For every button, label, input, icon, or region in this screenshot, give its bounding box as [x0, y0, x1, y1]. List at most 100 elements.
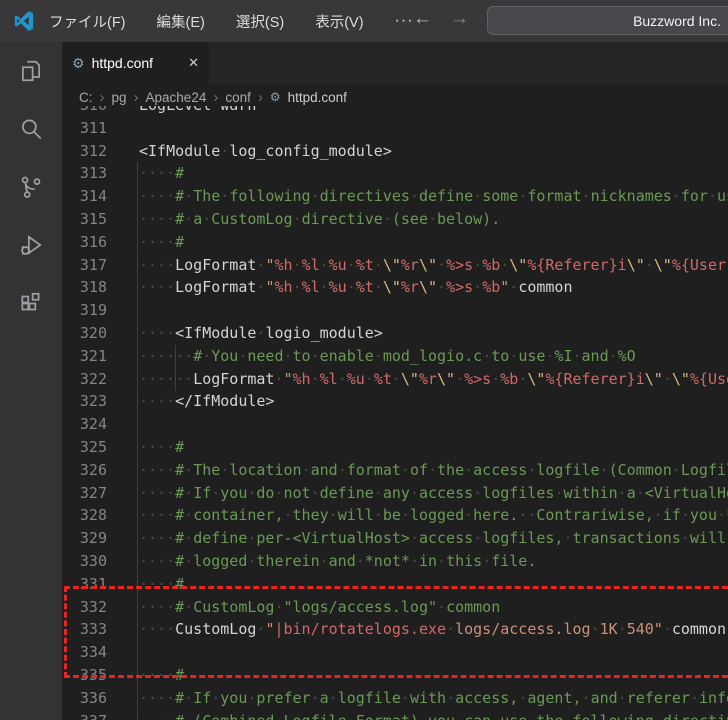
code-line[interactable]: 328····#·container,·they·will·be·logged·…	[62, 504, 728, 527]
code-line[interactable]: 329····#·define·per-<VirtualHost>·access…	[62, 527, 728, 550]
chevron-right-icon: ›	[213, 89, 218, 106]
breadcrumb-pg[interactable]: pg	[112, 90, 127, 105]
tab-title: httpd.conf	[92, 55, 154, 71]
activity-bar	[0, 42, 62, 720]
code-text	[107, 641, 139, 664]
code-text	[107, 117, 139, 140]
run-debug-icon[interactable]	[0, 216, 62, 274]
breadcrumb-conf[interactable]: conf	[225, 90, 251, 105]
code-line[interactable]: 321······#·You·need·to·enable·mod_logio.…	[62, 345, 728, 368]
code-line[interactable]: 325····#	[62, 436, 728, 459]
menu-bar: ファイル(F) 編集(E) 選択(S) 表示(V) ···	[49, 0, 414, 42]
code-line[interactable]: 314····#·The·following·directives·define…	[62, 185, 728, 208]
code-text: ····LogFormat·"%h·%l·%u·%t·\"%r\"·%>s·%b…	[107, 276, 573, 299]
line-number[interactable]: 325	[62, 436, 107, 459]
code-line[interactable]: 310LogLevel·warn	[62, 106, 728, 117]
line-number[interactable]: 321	[62, 345, 107, 368]
breadcrumb-file[interactable]: httpd.conf	[288, 90, 347, 105]
code-line[interactable]: 315····#·a·CustomLog·directive·(see·belo…	[62, 208, 728, 231]
code-line[interactable]: 326····#·The·location·and·format·of·the·…	[62, 459, 728, 482]
line-number[interactable]: 327	[62, 482, 107, 505]
menu-edit[interactable]: 編集(E)	[157, 11, 205, 32]
tab-bar: ⚙ httpd.conf ✕	[62, 42, 728, 84]
code-line[interactable]: 334	[62, 641, 728, 664]
line-number[interactable]: 319	[62, 299, 107, 322]
menu-more-icon[interactable]: ···	[395, 12, 414, 30]
code-text: ····LogFormat·"%h·%l·%u·%t·\"%r\"·%>s·%b…	[107, 254, 728, 277]
line-number[interactable]: 311	[62, 117, 107, 140]
line-number[interactable]: 336	[62, 687, 107, 710]
line-number[interactable]: 331	[62, 573, 107, 596]
line-number[interactable]: 314	[62, 185, 107, 208]
code-line[interactable]: 323····</IfModule>	[62, 390, 728, 413]
forward-arrow-icon[interactable]: →	[450, 8, 469, 30]
code-line[interactable]: 313····#	[62, 162, 728, 185]
line-number[interactable]: 323	[62, 390, 107, 413]
explorer-icon[interactable]	[0, 42, 62, 100]
line-number[interactable]: 324	[62, 413, 107, 436]
line-number[interactable]: 330	[62, 550, 107, 573]
tab-close-icon[interactable]: ✕	[188, 55, 199, 71]
tab-httpd-conf[interactable]: ⚙ httpd.conf ✕	[62, 42, 209, 84]
line-number[interactable]: 329	[62, 527, 107, 550]
menu-view[interactable]: 表示(V)	[315, 11, 363, 32]
line-number[interactable]: 332	[62, 596, 107, 619]
code-line[interactable]: 316····#	[62, 231, 728, 254]
code-text: ····#·CustomLog·"logs/access.log"·common	[107, 596, 500, 619]
code-text: ····#	[107, 436, 184, 459]
line-number[interactable]: 315	[62, 208, 107, 231]
code-line[interactable]: 319	[62, 299, 728, 322]
code-editor[interactable]: 310LogLevel·warn311312<IfModule·log_conf…	[62, 106, 728, 720]
code-line[interactable]: 335····#	[62, 664, 728, 687]
command-center-search[interactable]: Buzzword Inc.	[487, 6, 728, 35]
line-number[interactable]: 335	[62, 664, 107, 687]
code-line[interactable]: 317····LogFormat·"%h·%l·%u·%t·\"%r\"·%>s…	[62, 254, 728, 277]
conf-file-gear-icon: ⚙	[270, 90, 281, 104]
code-line[interactable]: 322······LogFormat·"%h·%l·%u·%t·\"%r\"·%…	[62, 368, 728, 391]
line-number[interactable]: 337	[62, 710, 107, 720]
code-line[interactable]: 333····CustomLog·"|bin/rotatelogs.exe·lo…	[62, 618, 728, 641]
code-line[interactable]: 331····#	[62, 573, 728, 596]
code-line[interactable]: 311	[62, 117, 728, 140]
menu-selection[interactable]: 選択(S)	[236, 11, 284, 32]
code-line[interactable]: 332····#·CustomLog·"logs/access.log"·com…	[62, 596, 728, 619]
breadcrumb-drive[interactable]: C:	[79, 90, 93, 105]
line-number[interactable]: 326	[62, 459, 107, 482]
chevron-right-icon: ›	[100, 89, 105, 106]
menu-file[interactable]: ファイル(F)	[49, 11, 126, 32]
code-line[interactable]: 336····#·If·you·prefer·a·logfile·with·ac…	[62, 687, 728, 710]
line-number[interactable]: 334	[62, 641, 107, 664]
line-number[interactable]: 333	[62, 618, 107, 641]
line-number[interactable]: 316	[62, 231, 107, 254]
code-text: ····<IfModule·logio_module>	[107, 322, 383, 345]
line-number[interactable]: 317	[62, 254, 107, 277]
line-number[interactable]: 328	[62, 504, 107, 527]
code-line[interactable]: 324	[62, 413, 728, 436]
extensions-icon[interactable]	[0, 274, 62, 332]
code-line[interactable]: 312<IfModule·log_config_module>	[62, 140, 728, 163]
indent-guide	[175, 345, 176, 391]
code-text: ····#	[107, 664, 184, 687]
line-number[interactable]: 320	[62, 322, 107, 345]
breadcrumb-apache24[interactable]: Apache24	[146, 90, 207, 105]
source-control-icon[interactable]	[0, 158, 62, 216]
code-line[interactable]: 327····#·If·you·do·not·define·any·access…	[62, 482, 728, 505]
code-text: LogLevel·warn	[107, 106, 256, 117]
vscode-logo-icon	[13, 10, 35, 32]
code-text: ····CustomLog·"|bin/rotatelogs.exe·logs/…	[107, 618, 726, 641]
code-text: ······#·You·need·to·enable·mod_logio.c·t…	[107, 345, 636, 368]
line-number[interactable]: 313	[62, 162, 107, 185]
line-number[interactable]: 312	[62, 140, 107, 163]
line-number[interactable]: 322	[62, 368, 107, 391]
code-line[interactable]: 330····#·logged·therein·and·*not*·in·thi…	[62, 550, 728, 573]
code-line[interactable]: 337····#·(Combined·Logfile·Format)·you·c…	[62, 710, 728, 720]
line-number[interactable]: 310	[62, 106, 107, 117]
code-line[interactable]: 318····LogFormat·"%h·%l·%u·%t·\"%r\"·%>s…	[62, 276, 728, 299]
conf-file-gear-icon: ⚙	[72, 55, 85, 72]
back-arrow-icon[interactable]: ←	[413, 8, 432, 30]
line-number[interactable]: 318	[62, 276, 107, 299]
search-icon[interactable]	[0, 100, 62, 158]
indent-guide	[137, 162, 138, 720]
code-text	[107, 413, 139, 436]
code-line[interactable]: 320····<IfModule·logio_module>	[62, 322, 728, 345]
